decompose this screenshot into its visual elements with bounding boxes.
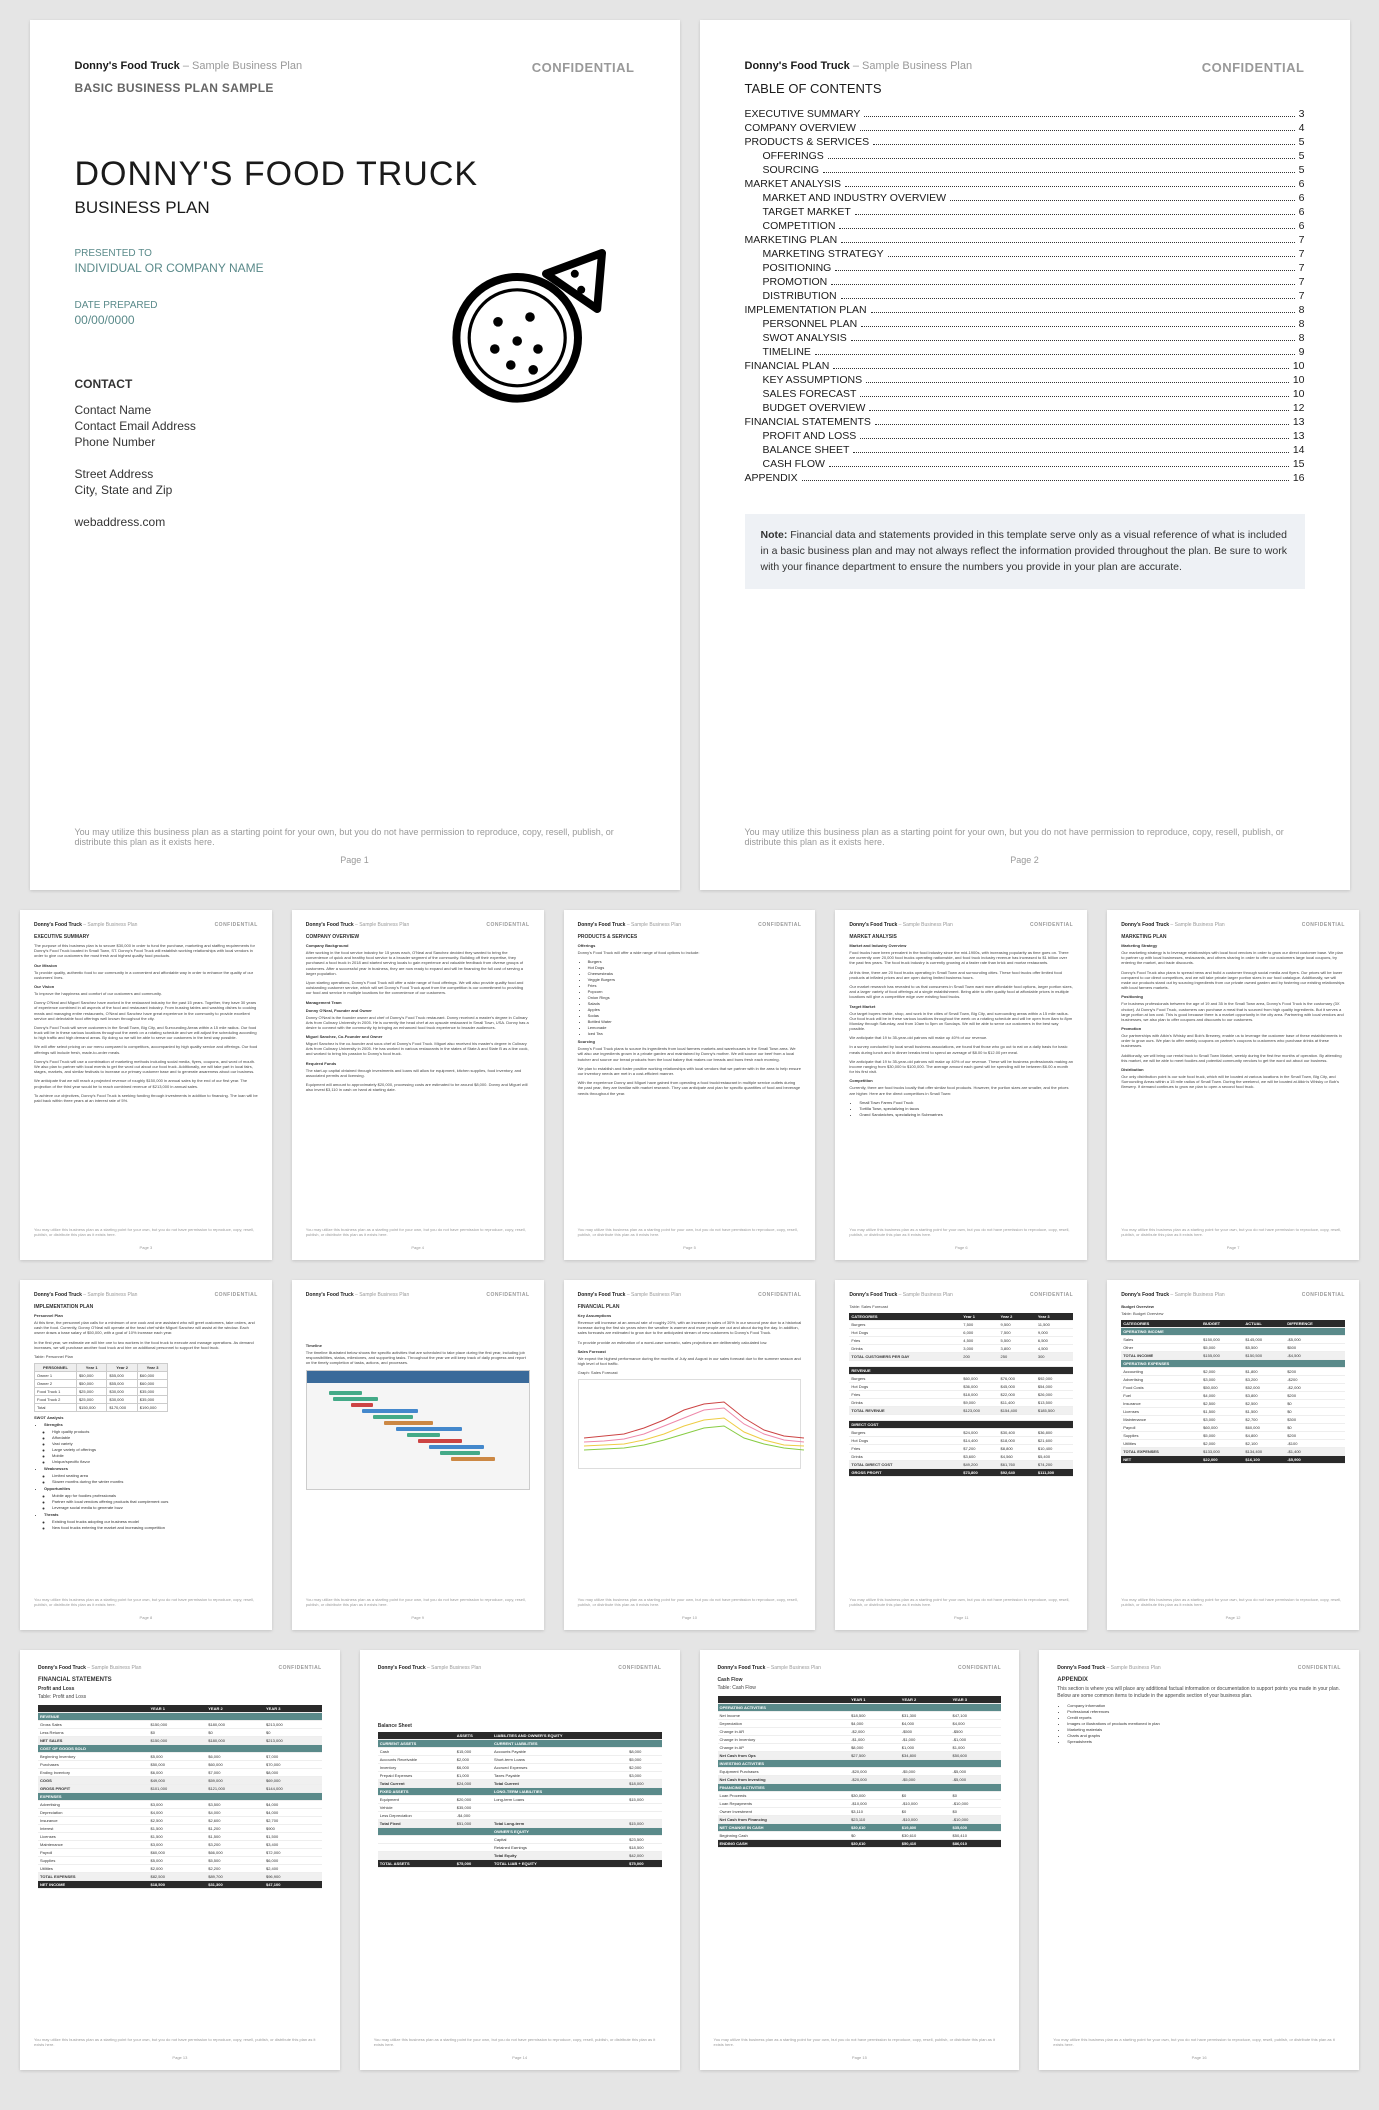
header-doctype: – Sample Business Plan [180,60,302,72]
toc-entry: TIMELINE9 [745,346,1305,358]
toc-entry: KEY ASSUMPTIONS10 [745,374,1305,386]
toc-entry: DISTRIBUTION7 [745,290,1305,302]
contact-line [75,451,635,465]
page-1: Donny's Food Truck – Sample Business Pla… [30,20,680,890]
toc-entry: MARKETING PLAN7 [745,234,1305,246]
sales-forecast-chart [578,1379,802,1469]
footer-text: You may utilize this business plan as a … [75,827,635,847]
toc-entry: FINANCIAL PLAN10 [745,360,1305,372]
confidential-stamp: CONFIDENTIAL [532,60,635,75]
toc-entry: BUDGET OVERVIEW12 [745,402,1305,414]
mission-heading: Our Mission [34,963,258,968]
toc-entry: SWOT ANALYSIS8 [745,332,1305,344]
page-15: Donny's Food Truck – Sample Business Pla… [700,1650,1020,2070]
contact-line: Phone Number [75,435,635,449]
contact-line: Contact Name [75,403,635,417]
toc-entry: SALES FORECAST10 [745,388,1305,400]
toc-entry: BALANCE SHEET14 [745,444,1305,456]
toc-entry: TARGET MARKET6 [745,206,1305,218]
contact-line: City, State and Zip [75,483,635,497]
toc-entry: EXECUTIVE SUMMARY3 [745,108,1305,120]
balance-sheet-table: ASSETSLIABILITIES AND OWNER'S EQUITY CUR… [378,1732,662,1868]
toc: EXECUTIVE SUMMARY3 COMPANY OVERVIEW4 PRODU… [745,108,1305,484]
note-text: Financial data and statements provided i… [761,529,1287,573]
competition-list: Small Town Farms Food TruckTortilla Town… [849,1100,1073,1117]
toc-entry: PRODUCTS & SERVICES5 [745,136,1305,148]
note-box: Note: Financial data and statements prov… [745,514,1305,589]
vision-heading: Our Vision [34,984,258,989]
sales-forecast-table: CATEGORIESYear 1Year 2Year 3 Burgers7,50… [849,1313,1073,1477]
cash-flow-table: YEAR 1YEAR 2YEAR 3 OPERATING ACTIVITIES … [718,1696,1002,1848]
page-2: Donny's Food Truck – Sample Business Pla… [700,20,1350,890]
toc-entry: MARKETING STRATEGY7 [745,248,1305,260]
toc-entry: OFFERINGS5 [745,150,1305,162]
page-11: Donny's Food Truck – Sample Business Pla… [835,1280,1087,1630]
page-7: Donny's Food Truck – Sample Business Pla… [1107,910,1359,1260]
contact-line: Street Address [75,467,635,481]
contact-line [75,499,635,513]
toc-entry: PROMOTION7 [745,276,1305,288]
gantt-chart [306,1370,530,1490]
doc-title: DONNY'S FOOD TRUCK [75,155,635,194]
contact-line: Contact Email Address [75,419,635,433]
toc-entry: POSITIONING7 [745,262,1305,274]
page-14: Donny's Food Truck – Sample Business Pla… [360,1650,680,2070]
page-8: Donny's Food Truck – Sample Business Pla… [20,1280,272,1630]
toc-entry: PERSONNEL PLAN8 [745,318,1305,330]
page-3: Donny's Food Truck – Sample Business Pla… [20,910,272,1260]
toc-heading: TABLE OF CONTENTS [745,81,1305,96]
toc-entry: SOURCING5 [745,164,1305,176]
toc-entry: COMPETITION6 [745,220,1305,232]
personnel-table: PERSONNELYear 1Year 2Year 3Owner 1$50,00… [34,1363,168,1412]
doc-subtitle: BASIC BUSINESS PLAN SAMPLE [75,81,635,95]
toc-entry: COMPANY OVERVIEW4 [745,122,1305,134]
toc-entry: IMPLEMENTATION PLAN8 [745,304,1305,316]
page-13: Donny's Food Truck – Sample Business Pla… [20,1650,340,2070]
page-number: Page 1 [75,855,635,865]
page-10: Donny's Food Truck – Sample Business Pla… [564,1280,816,1630]
budget-table: CATEGORIESBUDGETACTUALDIFFERENCE OPERATI… [1121,1320,1345,1464]
contact-line: webaddress.com [75,515,635,529]
toc-entry: MARKET ANALYSIS6 [745,178,1305,190]
page-4: Donny's Food Truck – Sample Business Pla… [292,910,544,1260]
toc-entry: FINANCIAL STATEMENTS13 [745,416,1305,428]
toc-entry: APPENDIX16 [745,472,1305,484]
page-16: Donny's Food Truck – Sample Business Pla… [1039,1650,1359,2070]
page-9: Donny's Food Truck – Sample Business Pla… [292,1280,544,1630]
profit-loss-table: YEAR 1YEAR 2YEAR 3 REVENUE Gross Sales$1… [38,1705,322,1889]
toc-entry: CASH FLOW15 [745,458,1305,470]
doc-title2: BUSINESS PLAN [75,198,635,218]
section-heading: EXECUTIVE SUMMARY [34,934,258,940]
page-footer: You may utilize this business plan as a … [75,827,635,865]
page-5: Donny's Food Truck – Sample Business Pla… [564,910,816,1260]
appendix-list: Company informationProfessional referenc… [1057,1703,1341,1744]
note-label: Note: [761,529,788,541]
page-12: Donny's Food Truck – Sample Business Pla… [1107,1280,1359,1630]
header-company: Donny's Food Truck [75,60,180,72]
toc-entry: PROFIT AND LOSS13 [745,430,1305,442]
page-6: Donny's Food Truck – Sample Business Pla… [835,910,1087,1260]
toc-entry: MARKET AND INDUSTRY OVERVIEW6 [745,192,1305,204]
pizza-icon [450,245,610,405]
page-header: Donny's Food Truck – Sample Business Pla… [75,60,635,75]
offerings-list: BurgersHot DogsCheesesteaksVeggie Burger… [578,959,802,1036]
swot-list: StrengthsHigh quality productsAffordable… [34,1422,258,1530]
